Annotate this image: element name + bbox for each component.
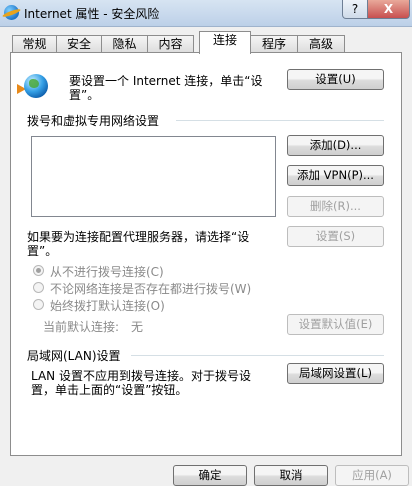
close-button[interactable]: X <box>367 0 410 19</box>
radio-dial-whenever-label: 不论网络连接是否存在都进行拨号(W) <box>50 282 252 296</box>
section-divider <box>131 355 384 356</box>
ok-button[interactable]: 确定 <box>173 465 247 486</box>
lan-text-line2: 置，单击上面的“设置”按钮。 <box>31 383 188 397</box>
globe-icon <box>24 74 48 98</box>
tab-strip: 常规 安全 隐私 内容 连接 程序 高级 <box>0 31 412 54</box>
tab-connections[interactable]: 连接 <box>199 31 251 54</box>
window-title: Internet 属性 - 安全风险 <box>24 7 160 21</box>
current-default-value: 无 <box>131 320 144 334</box>
connections-panel: 要设置一个 Internet 连接，单击“设 置”。 设置(U) 拨号和虚拟专用… <box>10 52 402 456</box>
radio-dial-whenever[interactable] <box>33 282 44 293</box>
tab-advanced[interactable]: 高级 <box>297 35 345 53</box>
current-default-label: 当前默认连接: <box>43 320 120 334</box>
help-button[interactable]: ? <box>342 0 368 19</box>
tab-privacy[interactable]: 隐私 <box>101 35 148 53</box>
lan-section-title: 局域网(LAN)设置 <box>27 349 121 363</box>
tab-security[interactable]: 安全 <box>56 35 102 53</box>
radio-never-dial-label: 从不进行拨号连接(C) <box>50 265 164 279</box>
title-bar: Internet 属性 - 安全风险 ? X <box>0 0 412 27</box>
connections-list[interactable] <box>31 136 276 217</box>
tab-content[interactable]: 内容 <box>147 35 194 53</box>
apply-button[interactable]: 应用(A) <box>335 465 409 486</box>
add-vpn-button[interactable]: 添加 VPN(P)... <box>287 165 384 186</box>
setup-button[interactable]: 设置(U) <box>287 69 384 90</box>
radio-never-dial[interactable] <box>33 265 44 276</box>
tab-programs[interactable]: 程序 <box>250 35 298 53</box>
radio-always-dial[interactable] <box>33 299 44 310</box>
set-default-button[interactable]: 设置默认值(E) <box>287 314 384 335</box>
add-button[interactable]: 添加(D)... <box>287 135 384 156</box>
internet-options-icon <box>4 5 19 20</box>
tab-general[interactable]: 常规 <box>12 35 57 53</box>
section-divider <box>176 120 384 121</box>
setup-text-line2: 置”。 <box>69 88 100 102</box>
delete-button[interactable]: 删除(R)... <box>287 196 384 217</box>
proxy-text-line2: 置”。 <box>27 244 58 258</box>
radio-always-dial-label: 始终拨打默认连接(O) <box>50 299 165 313</box>
dialup-settings-button[interactable]: 设置(S) <box>287 226 384 247</box>
dialup-section-title: 拨号和虚拟专用网络设置 <box>27 114 160 128</box>
cancel-button[interactable]: 取消 <box>254 465 328 486</box>
lan-settings-button[interactable]: 局域网设置(L) <box>287 363 384 384</box>
proxy-text-line1: 如果要为连接配置代理服务器，请选择“设 <box>27 230 250 244</box>
